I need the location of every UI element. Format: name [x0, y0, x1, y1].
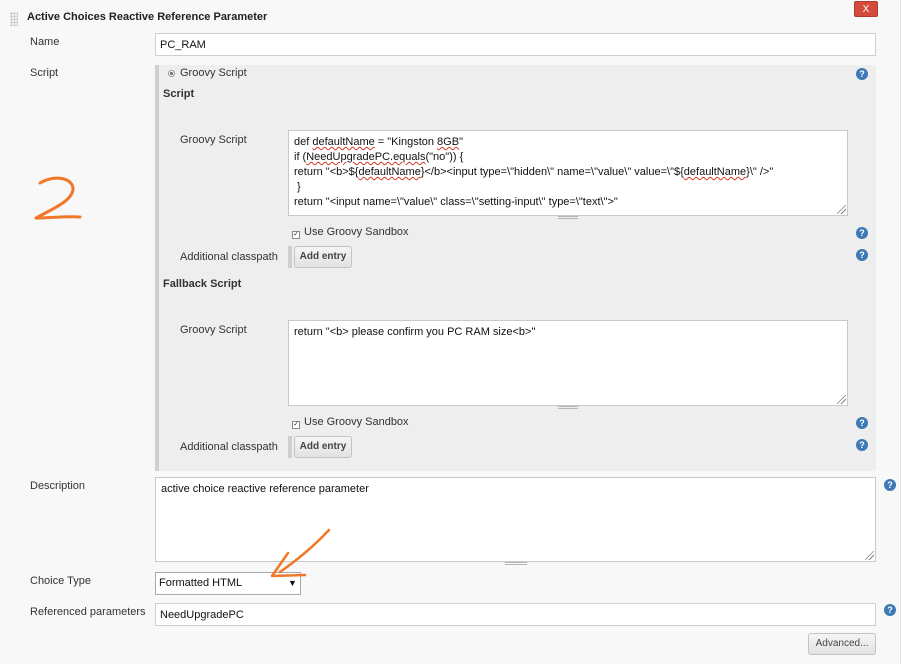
fallback-script-textarea[interactable]: return "<b> please confirm you PC RAM si… [288, 320, 848, 406]
fallback-add-entry-button[interactable]: Add entry [294, 436, 352, 458]
groovy-script-radio-label: Groovy Script [180, 67, 247, 79]
groovy-script-label: Groovy Script [180, 134, 247, 146]
referenced-parameters-input[interactable]: NeedUpgradePC [155, 603, 876, 626]
advanced-button[interactable]: Advanced... [808, 633, 876, 655]
classpath-label: Additional classpath [180, 251, 278, 263]
fallback-sandbox-checkbox[interactable]: ✓ [292, 421, 300, 429]
script-token: 8GB [437, 136, 460, 148]
help-icon[interactable]: ? [856, 249, 868, 261]
script-line: if (NeedUpgradePC.equals("no")) { [294, 151, 464, 163]
dropdown-arrow-icon: ▼ [288, 578, 297, 588]
script-panel [155, 65, 876, 471]
help-icon[interactable]: ? [856, 68, 868, 80]
groovy-script-radio[interactable] [168, 70, 175, 77]
name-label: Name [30, 36, 60, 48]
sandbox-label: Use Groovy Sandbox [304, 226, 409, 238]
script-line: return "<b>${defaultName}</b><input type… [294, 166, 774, 178]
resize-grip-icon[interactable] [837, 205, 846, 214]
choice-type-label: Choice Type [30, 575, 91, 587]
add-entry-button[interactable]: Add entry [294, 246, 352, 268]
resize-grip-icon[interactable] [837, 395, 846, 404]
drag-handle-icon[interactable] [10, 12, 18, 26]
delete-parameter-button[interactable]: X [854, 1, 878, 17]
script-panel-bar [155, 65, 159, 471]
name-input[interactable]: PC_RAM [155, 33, 876, 56]
script-line: def defaultName = "Kingston 8GB" [294, 136, 463, 148]
textarea-splitter[interactable] [558, 406, 578, 409]
script-line: return "<b> please confirm you PC RAM si… [294, 326, 536, 338]
fallback-sandbox-label: Use Groovy Sandbox [304, 416, 409, 428]
script-token: NeedUpgradePC.equals [306, 151, 426, 163]
help-icon[interactable]: ? [856, 439, 868, 451]
script-line: } [294, 181, 301, 193]
script-token: defaultName [312, 136, 375, 148]
help-icon[interactable]: ? [856, 417, 868, 429]
sandbox-checkbox[interactable]: ✓ [292, 231, 300, 239]
script-label: Script [30, 67, 59, 79]
help-icon[interactable]: ? [884, 604, 896, 616]
choice-type-value: Formatted HTML [159, 577, 243, 589]
resize-grip-icon[interactable] [865, 551, 874, 560]
fallback-groovy-script-label: Groovy Script [180, 324, 247, 336]
help-icon[interactable]: ? [884, 479, 896, 491]
textarea-splitter[interactable] [505, 562, 527, 565]
referenced-parameters-label: Referenced parameters [30, 606, 146, 618]
script-line: return "<input name=\"value\" class=\"se… [294, 196, 618, 208]
classpath-bar [288, 436, 292, 458]
choice-type-select[interactable]: Formatted HTML ▼ [155, 572, 301, 595]
section-title: Active Choices Reactive Reference Parame… [27, 11, 268, 23]
description-label: Description [30, 480, 86, 492]
fallback-classpath-label: Additional classpath [180, 441, 278, 453]
textarea-splitter[interactable] [558, 216, 578, 219]
description-text: active choice reactive reference paramet… [161, 483, 369, 495]
help-icon[interactable]: ? [856, 227, 868, 239]
fallback-script-heading: Fallback Script [163, 278, 242, 290]
script-token: defaultName [683, 166, 747, 178]
description-textarea[interactable]: active choice reactive reference paramet… [155, 477, 876, 562]
script-heading: Script [163, 88, 195, 100]
script-token: defaultName [358, 166, 421, 178]
classpath-bar [288, 246, 292, 268]
groovy-script-textarea[interactable]: def defaultName = "Kingston 8GB" if (Nee… [288, 130, 848, 216]
